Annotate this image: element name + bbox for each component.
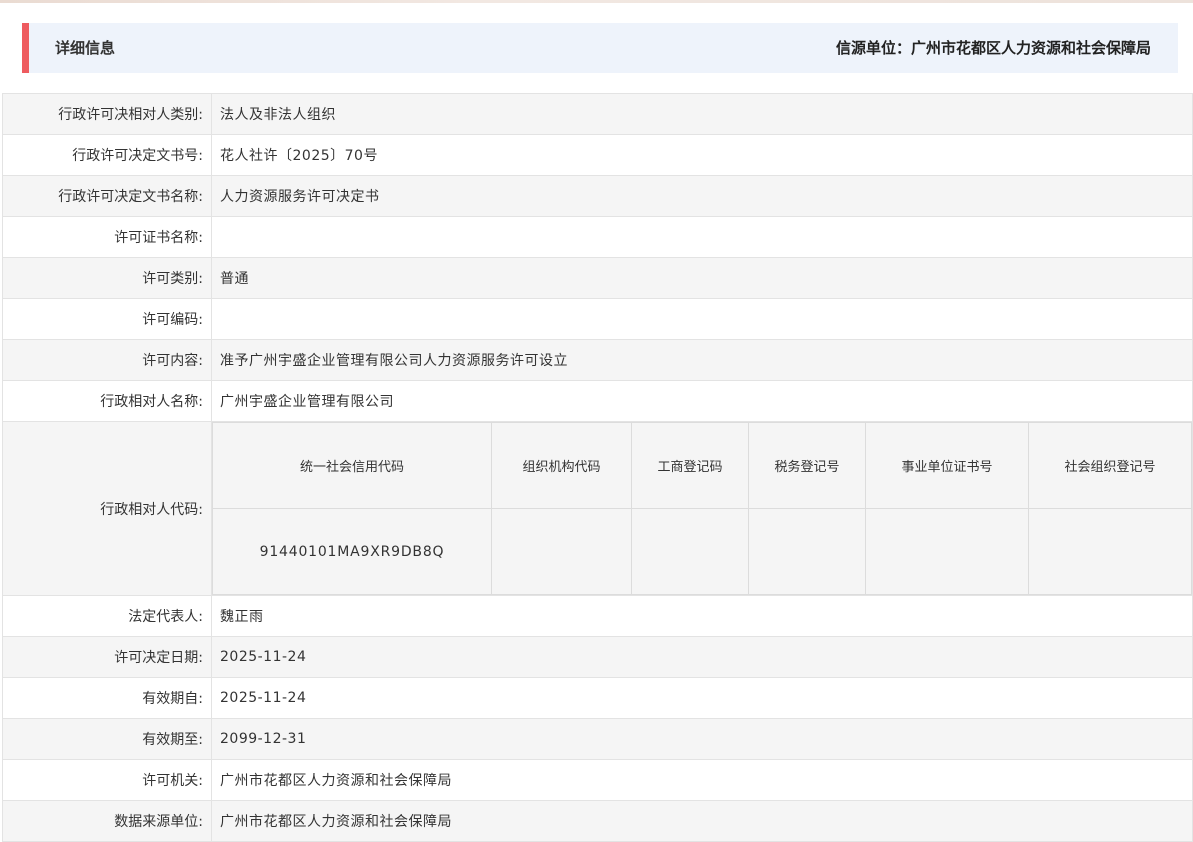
table-row: 行政许可决定文书号: 花人社许〔2025〕70号 [2,134,1193,176]
row-label: 有效期自: [2,677,212,719]
row-value: 魏正雨 [211,595,1193,637]
table-row: 行政许可决相对人类别: 法人及非法人组织 [2,93,1193,135]
table-row: 许可机关: 广州市花都区人力资源和社会保障局 [2,759,1193,801]
page-title: 详细信息 [55,39,116,57]
row-label: 数据来源单位: [2,800,212,842]
code-subtable-cell: 统一社会信用代码 组织机构代码 工商登记码 税务登记号 事业单位证书号 社会组织… [211,421,1193,596]
row-value: 花人社许〔2025〕70号 [211,134,1193,176]
code-value [865,508,1029,595]
row-label: 行政相对人代码: [2,421,212,596]
row-label: 行政许可决定文书名称: [2,175,212,217]
row-value: 广州市花都区人力资源和社会保障局 [211,759,1193,801]
code-header: 组织机构代码 [491,422,632,509]
row-value: 准予广州宇盛企业管理有限公司人力资源服务许可设立 [211,339,1193,381]
source-unit: 信源单位：广州市花都区人力资源和社会保障局 [835,39,1151,57]
table-row: 许可决定日期: 2025-11-24 [2,636,1193,678]
code-header: 工商登记码 [631,422,749,509]
table-row: 法定代表人: 魏正雨 [2,595,1193,637]
row-label: 行政许可决相对人类别: [2,93,212,135]
row-value [211,298,1193,340]
row-label: 法定代表人: [2,595,212,637]
code-value [748,508,866,595]
row-value: 2025-11-24 [211,677,1193,719]
code-value [631,508,749,595]
table-row: 许可内容: 准予广州宇盛企业管理有限公司人力资源服务许可设立 [2,339,1193,381]
top-strip [0,0,1193,3]
table-row: 许可编码: [2,298,1193,340]
code-value [491,508,632,595]
table-row: 行政相对人名称: 广州宇盛企业管理有限公司 [2,380,1193,422]
row-value: 法人及非法人组织 [211,93,1193,135]
code-subtable: 统一社会信用代码 组织机构代码 工商登记码 税务登记号 事业单位证书号 社会组织… [212,422,1192,595]
table-row-code: 行政相对人代码: 统一社会信用代码 组织机构代码 工商登记码 税务登记号 事业单… [2,421,1193,596]
code-header-row: 统一社会信用代码 组织机构代码 工商登记码 税务登记号 事业单位证书号 社会组织… [212,422,1192,509]
code-header: 统一社会信用代码 [212,422,492,509]
row-label: 许可类别: [2,257,212,299]
detail-table: 行政许可决相对人类别: 法人及非法人组织 行政许可决定文书号: 花人社许〔202… [2,93,1193,842]
row-value: 普通 [211,257,1193,299]
table-row: 有效期至: 2099-12-31 [2,718,1193,760]
code-value: 91440101MA9XR9DB8Q [212,508,492,595]
row-value [211,216,1193,258]
table-row: 有效期自: 2025-11-24 [2,677,1193,719]
row-label: 行政许可决定文书号: [2,134,212,176]
detail-header: 详细信息 信源单位：广州市花都区人力资源和社会保障局 [22,23,1178,73]
table-row: 许可类别: 普通 [2,257,1193,299]
row-value: 2025-11-24 [211,636,1193,678]
row-label: 行政相对人名称: [2,380,212,422]
row-label: 许可内容: [2,339,212,381]
row-value: 人力资源服务许可决定书 [211,175,1193,217]
row-label: 有效期至: [2,718,212,760]
row-value: 2099-12-31 [211,718,1193,760]
table-row: 许可证书名称: [2,216,1193,258]
row-value: 广州市花都区人力资源和社会保障局 [211,800,1193,842]
code-value [1028,508,1192,595]
row-label: 许可决定日期: [2,636,212,678]
code-header: 税务登记号 [748,422,866,509]
row-label: 许可编码: [2,298,212,340]
row-value: 广州宇盛企业管理有限公司 [211,380,1193,422]
code-header: 社会组织登记号 [1028,422,1192,509]
table-row: 数据来源单位: 广州市花都区人力资源和社会保障局 [2,800,1193,842]
table-row: 行政许可决定文书名称: 人力资源服务许可决定书 [2,175,1193,217]
code-header: 事业单位证书号 [865,422,1029,509]
code-value-row: 91440101MA9XR9DB8Q [212,508,1192,595]
row-label: 许可机关: [2,759,212,801]
row-label: 许可证书名称: [2,216,212,258]
